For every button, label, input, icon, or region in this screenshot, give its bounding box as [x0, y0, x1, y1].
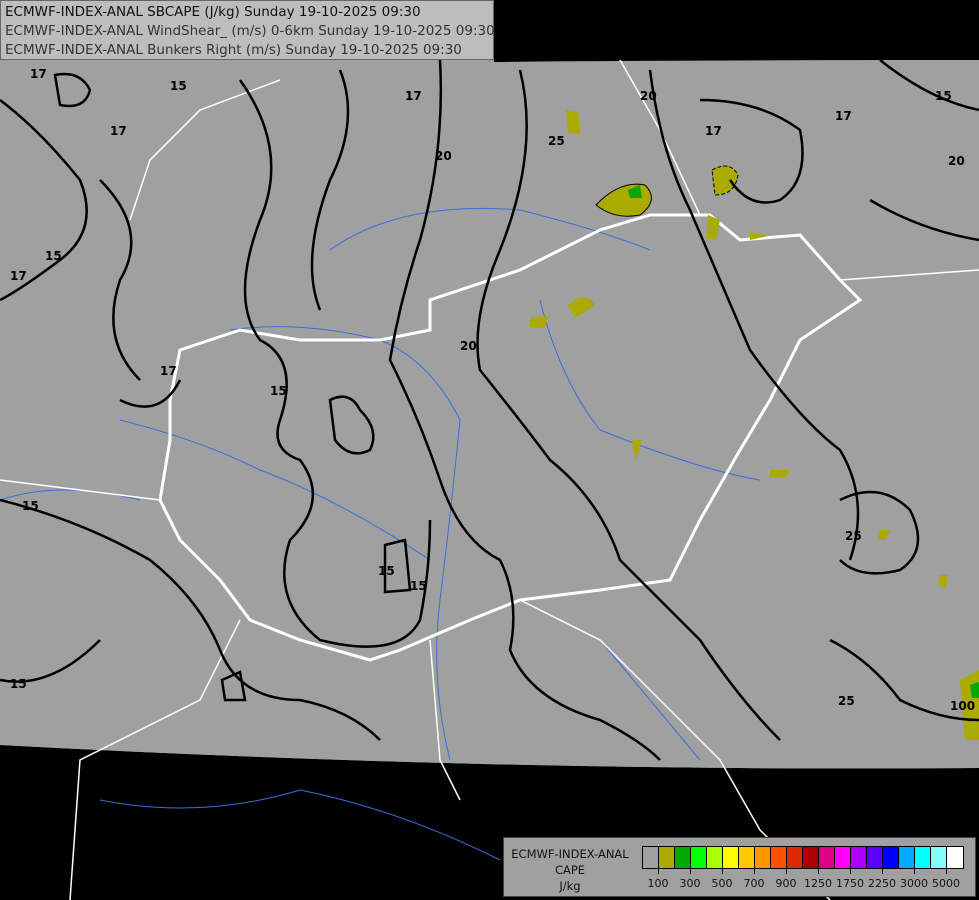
legend-tick [882, 868, 883, 874]
legend-tick [818, 868, 819, 874]
legend-swatch [659, 847, 675, 868]
legend-tick-label: 500 [711, 877, 733, 890]
legend-swatch [883, 847, 899, 868]
legend-tick-label: 3000 [900, 877, 928, 890]
legend-tick-label: 100 [647, 877, 669, 890]
outside-domain-top [494, 0, 979, 62]
contour-label: 20 [460, 339, 477, 353]
legend-tick-label: 900 [775, 877, 797, 890]
contour-label: 17 [110, 124, 127, 138]
contour-label: 100 [950, 699, 975, 713]
title-line-cape: ECMWF-INDEX-ANAL SBCAPE (J/kg) Sunday 19… [5, 4, 421, 20]
legend-swatch [707, 847, 723, 868]
contour-label: 17 [705, 124, 722, 138]
title-line-windshear: ECMWF-INDEX-ANAL WindShear_ (m/s) 0-6km … [5, 23, 495, 39]
legend-title-line: ECMWF-INDEX-ANAL [511, 847, 629, 861]
contour-label: 17 [30, 67, 47, 81]
legend-tick-label: 700 [743, 877, 765, 890]
title-line-bunkers: ECMWF-INDEX-ANAL Bunkers Right (m/s) Sun… [5, 42, 462, 58]
contour-label: 17 [10, 269, 27, 283]
legend-swatch [931, 847, 947, 868]
legend-swatch [643, 847, 659, 868]
legend-swatch [899, 847, 915, 868]
legend-title-line: J/kg [559, 879, 581, 893]
legend-swatch [723, 847, 739, 868]
contour-label: 20 [435, 149, 452, 163]
legend-swatch [771, 847, 787, 868]
legend-tick [850, 868, 851, 874]
legend-swatch [803, 847, 819, 868]
contour-label: 15 [45, 249, 62, 263]
contour-label: 20 [640, 89, 657, 103]
legend-tick [722, 868, 723, 874]
legend-tick-label: 2250 [868, 877, 896, 890]
legend-title-line: CAPE [554, 863, 586, 877]
weather-map-view: 17 15 17 17 15 17 20 17 20 15 17 20 15 1… [0, 0, 979, 900]
legend-tick [690, 868, 691, 874]
legend-swatch [675, 847, 691, 868]
legend-tick [786, 868, 787, 874]
contour-label: 20 [948, 154, 965, 168]
contour-label: 15 [10, 677, 27, 691]
contour-label: 17 [405, 89, 422, 103]
legend-swatch [867, 847, 883, 868]
legend-tick-label: 1250 [804, 877, 832, 890]
contour-label: 17 [160, 364, 177, 378]
legend-title: ECMWF-INDEX-ANAL CAPE J/kg [508, 846, 632, 894]
contour-label: 15 [170, 79, 187, 93]
legend-tick [946, 868, 947, 874]
contour-label: 25 [548, 134, 565, 148]
cape-legend: ECMWF-INDEX-ANAL CAPE J/kg 100 300 500 700 9… [503, 837, 976, 897]
contour-label: 17 [835, 109, 852, 123]
legend-tick-label: 1750 [836, 877, 864, 890]
legend-ticks: 100 300 500 700 900 1250 1750 2250 3000 5000 [642, 868, 964, 898]
legend-tick-label: 300 [679, 877, 701, 890]
legend-tick-label: 5000 [932, 877, 960, 890]
contour-label: 15 [378, 564, 395, 578]
contour-label: 15 [935, 89, 952, 103]
contour-label: 15 [410, 579, 427, 593]
contour-label: 25 [845, 529, 862, 543]
legend-swatch [835, 847, 851, 868]
legend-swatch [755, 847, 771, 868]
legend-swatch [787, 847, 803, 868]
cape-map: 17 15 17 17 15 17 20 17 20 15 17 20 15 1… [0, 0, 979, 900]
contour-label: 25 [838, 694, 855, 708]
legend-tick [754, 868, 755, 874]
map-title-box: ECMWF-INDEX-ANAL SBCAPE (J/kg) Sunday 19… [0, 0, 495, 60]
contour-label: 15 [270, 384, 287, 398]
gray-field [0, 0, 979, 769]
legend-tick [914, 868, 915, 874]
legend-swatch [739, 847, 755, 868]
contour-label: 15 [22, 499, 39, 513]
legend-swatch [915, 847, 931, 868]
legend-color-scale [642, 846, 964, 869]
legend-tick [658, 868, 659, 874]
legend-swatch [851, 847, 867, 868]
legend-swatch [819, 847, 835, 868]
legend-swatch [691, 847, 707, 868]
legend-swatch [947, 847, 963, 868]
